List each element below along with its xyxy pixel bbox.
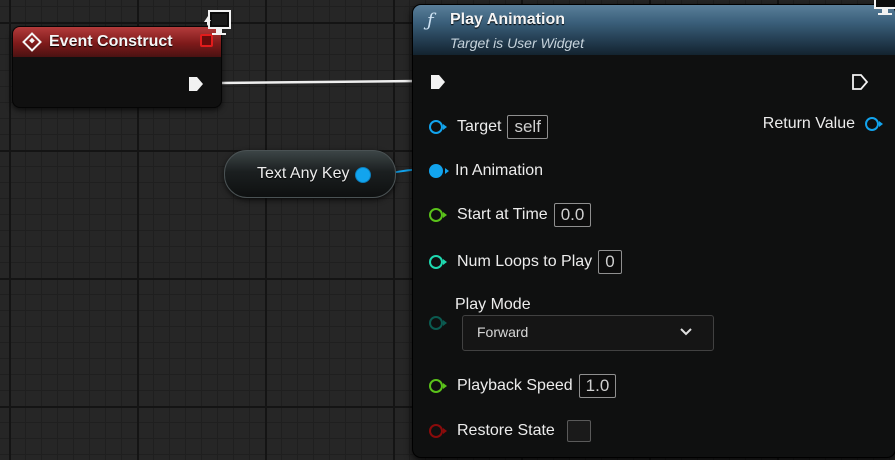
play-mode-pin[interactable] [429,316,447,330]
num-loops-field[interactable]: 0 [598,250,622,274]
in-animation-label: In Animation [455,162,544,179]
start-at-time-pin-row: Start at Time 0.0 [429,203,592,227]
exec-out-pin-hollow[interactable] [851,73,869,91]
start-at-time-pin[interactable] [429,208,447,222]
in-animation-pin-row: In Animation [429,162,543,180]
target-pin[interactable] [429,120,447,134]
restore-state-pin[interactable] [429,424,447,438]
play-animation-header[interactable]: ƒ Play Animation Target is User Widget [413,5,895,55]
playback-speed-label: Playback Speed [457,377,573,394]
chevron-down-icon [680,328,692,336]
playback-speed-field[interactable]: 1.0 [578,374,617,398]
num-loops-label: Num Loops to Play [457,253,593,270]
play-animation-title: Play Animation [450,11,565,28]
function-icon: ƒ [427,10,434,31]
play-mode-pin-row [429,316,447,330]
target-value-field[interactable]: self [507,115,548,139]
num-loops-pin-row: Num Loops to Play 0 [429,250,622,274]
monitor-icon [874,0,895,15]
target-pin-row: Target self [429,115,548,139]
restore-state-label: Restore State [457,422,555,439]
restore-state-pin-row: Restore State [429,420,591,442]
playback-speed-pin-row: Playback Speed 1.0 [429,374,617,398]
playback-speed-pin[interactable] [429,379,447,393]
text-any-key-node[interactable]: Text Any Key [224,150,396,198]
return-value-pin-row: Return Value [762,115,883,133]
play-animation-subtitle: Target is User Widget [450,35,584,51]
restore-state-checkbox[interactable] [566,420,591,442]
play-mode-dropdown[interactable]: Forward [462,315,714,351]
play-mode-selected: Forward [477,324,529,340]
exec-in-pin[interactable] [429,73,447,91]
return-value-label: Return Value [762,115,855,132]
text-any-key-output-pin[interactable] [355,167,371,183]
play-animation-node[interactable]: ƒ Play Animation Target is User Widget T… [412,4,895,458]
event-icon [22,32,42,52]
start-at-time-field[interactable]: 0.0 [553,203,592,227]
target-label: Target [457,118,502,135]
in-animation-pin[interactable] [429,164,449,178]
monitor-icon [204,10,231,35]
event-construct-title: Event Construct [49,33,173,50]
return-value-pin[interactable] [865,117,883,131]
text-any-key-label: Text Any Key [257,165,350,182]
num-loops-pin[interactable] [429,255,447,269]
exec-wire[interactable] [219,79,421,85]
play-mode-label: Play Mode [455,296,531,313]
start-at-time-label: Start at Time [457,206,548,223]
event-construct-node[interactable]: Event Construct [12,26,222,108]
exec-out-pin[interactable] [187,75,205,93]
event-construct-header[interactable]: Event Construct [13,27,221,57]
